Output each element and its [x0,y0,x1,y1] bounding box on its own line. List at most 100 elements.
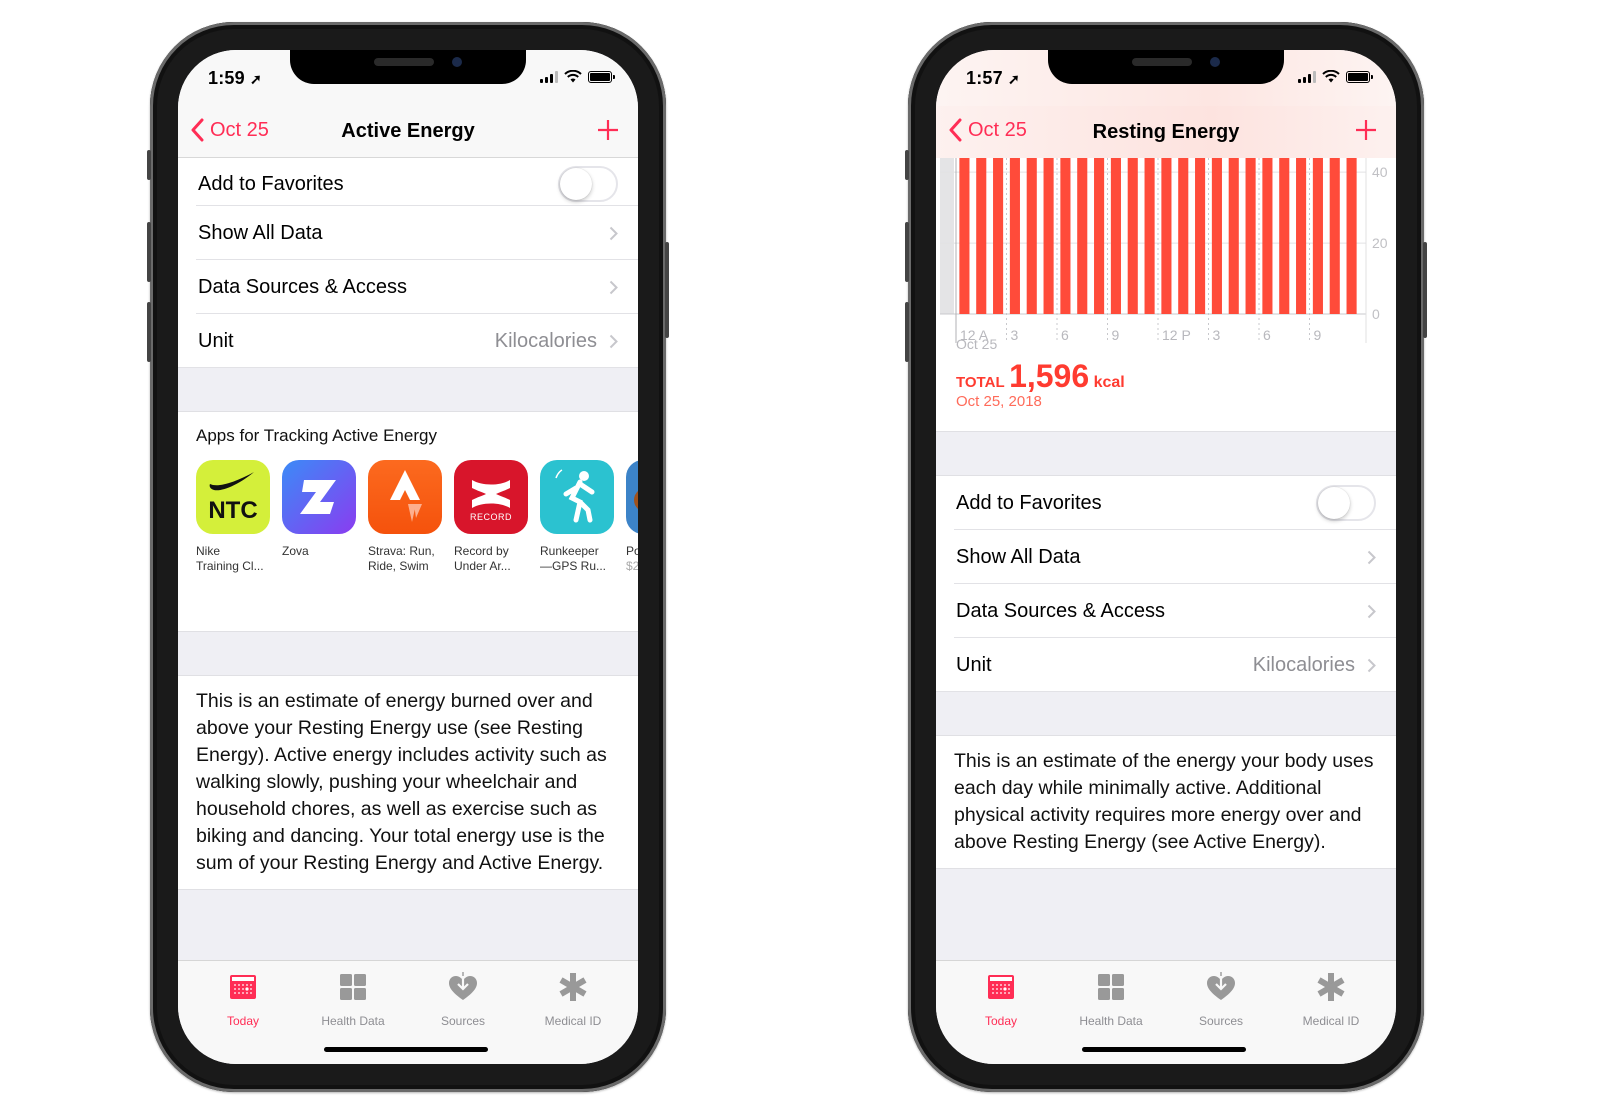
volume-up-button [905,222,909,282]
tab-today[interactable]: Today [946,961,1056,1064]
svg-text:RECORD: RECORD [470,512,512,522]
cellular-signal-icon [1298,71,1316,83]
apps-section-title: Apps for Tracking Active Energy [196,426,437,445]
chart-bar [1211,158,1222,314]
add-to-favorites-label: Add to Favorites [956,491,1102,514]
chart-bar [1144,158,1155,314]
total-summary: TOTAL 1,596 kcal Oct 25, 2018 [956,358,1125,410]
chart-bar [1329,158,1340,314]
unit-label: Unit [198,329,234,352]
volume-down-button [905,302,909,362]
chart-bar [1094,158,1105,314]
app-tile[interactable]: Zova [282,460,356,574]
svg-text:NTC: NTC [208,497,257,524]
side-button [665,242,669,338]
section-gap [936,692,1396,736]
home-indicator[interactable] [324,1047,488,1052]
medical-id-asterisk-icon [557,971,589,1008]
app-tile[interactable]: Po$2 [626,460,638,574]
chart-bar [1009,158,1020,314]
tab-label: Today [984,1014,1018,1028]
chart-bar [1195,158,1206,314]
data-sources-row[interactable]: Data Sources & Access [936,584,1396,638]
unit-row[interactable]: Unit Kilocalories [936,638,1396,692]
chevron-right-icon [1367,550,1376,564]
add-data-button[interactable] [1354,118,1378,142]
favorites-toggle[interactable] [1316,485,1376,521]
notch [1048,50,1284,84]
chevron-right-icon [1367,604,1376,618]
chart-bar [1043,158,1054,314]
chart-bar [1296,158,1307,314]
chart-bar [1127,158,1138,314]
x-tick-label: 6 [1263,327,1271,343]
wifi-icon [564,70,582,83]
app-name: Nike Training Cl... [196,544,264,573]
x-tick-label: 3 [1213,327,1221,343]
mute-switch [147,150,151,180]
app-name: Zova [282,544,309,558]
volume-up-button [147,222,151,282]
strava-icon [368,460,442,534]
app-tile[interactable]: RECORD Record by Under Ar... [454,460,528,574]
chart-bar [1228,158,1239,314]
favorites-toggle[interactable] [558,166,618,202]
chart-bar [1178,158,1189,314]
unit-label: Unit [956,653,992,676]
tab-medical-id[interactable]: Medical ID [1276,961,1386,1064]
today-calendar-icon [985,971,1017,1008]
chart-bar [1026,158,1037,314]
today-calendar-icon [227,971,259,1008]
back-button[interactable]: Oct 25 [948,118,1027,142]
show-all-data-row[interactable]: Show All Data [936,530,1396,584]
battery-icon [588,71,615,83]
location-arrow-icon: ➚ [250,71,262,87]
under-armour-record-icon: RECORD [454,460,528,534]
volume-down-button [147,302,151,362]
show-all-data-row[interactable]: Show All Data [178,206,638,260]
page-title: Active Energy [341,120,475,142]
sources-heart-icon [1205,971,1237,1008]
chart-bar [1077,158,1088,314]
chart-bar [1060,158,1071,314]
data-sources-label: Data Sources & Access [198,275,407,298]
add-data-button[interactable] [596,118,620,142]
chevron-right-icon [1367,658,1376,672]
back-button[interactable]: Oct 25 [190,118,269,142]
right-phone: 1:57 ➚ Oct 25 Resting Energy 12 A 3 6 9 12 P… [905,22,1427,1092]
partial-app-icon [626,460,638,534]
app-name: Record by Under Ar... [454,544,511,573]
unit-row[interactable]: Unit Kilocalories [178,314,638,368]
chart-date-label: Oct 25 [956,336,998,352]
tab-label: Sources [440,1014,486,1028]
app-tile[interactable]: Runkeeper —GPS Ru... [540,460,614,574]
home-indicator[interactable] [1082,1047,1246,1052]
chevron-right-icon [609,280,618,294]
resting-energy-chart[interactable]: 12 A 3 6 9 12 P 3 6 9 40 20 0 Oct 25 TOTAL 1,596 k… [936,158,1396,432]
wifi-icon [1322,70,1340,83]
chevron-right-icon [609,334,618,348]
nav-bar: Oct 25 Active Energy [178,106,638,158]
previous-day-strip [940,158,954,314]
tab-label: Medical ID [544,1014,602,1028]
status-time: 1:57 ➚ [966,68,1020,88]
chart-svg: 12 A 3 6 9 12 P 3 6 940200 [940,158,1388,343]
data-sources-row[interactable]: Data Sources & Access [178,260,638,314]
app-tile[interactable]: NTC Nike Training Cl... [196,460,270,574]
screen: 1:57 ➚ Oct 25 Resting Energy 12 A 3 6 9 12 P… [936,50,1396,1064]
chart-bar [1312,158,1323,314]
status-time: 1:59 ➚ [208,68,262,88]
app-tile[interactable]: Strava: Run, Ride, Swim [368,460,442,574]
tab-label: Sources [1198,1014,1244,1028]
y-tick-label: 40 [1372,164,1388,180]
chevron-left-icon [949,118,962,142]
left-phone: 1:59 ➚ Oct 25 Active Energy Add to Favor… [147,22,669,1092]
app-name: Strava: Run, Ride, Swim [368,544,435,573]
tab-medical-id[interactable]: Medical ID [518,961,628,1064]
chart-bar [1161,158,1172,314]
chevron-right-icon [609,226,618,240]
add-to-favorites-row[interactable]: Add to Favorites [936,476,1396,530]
tab-today[interactable]: Today [188,961,298,1064]
section-gap [936,432,1396,476]
chart-bar [993,158,1004,314]
